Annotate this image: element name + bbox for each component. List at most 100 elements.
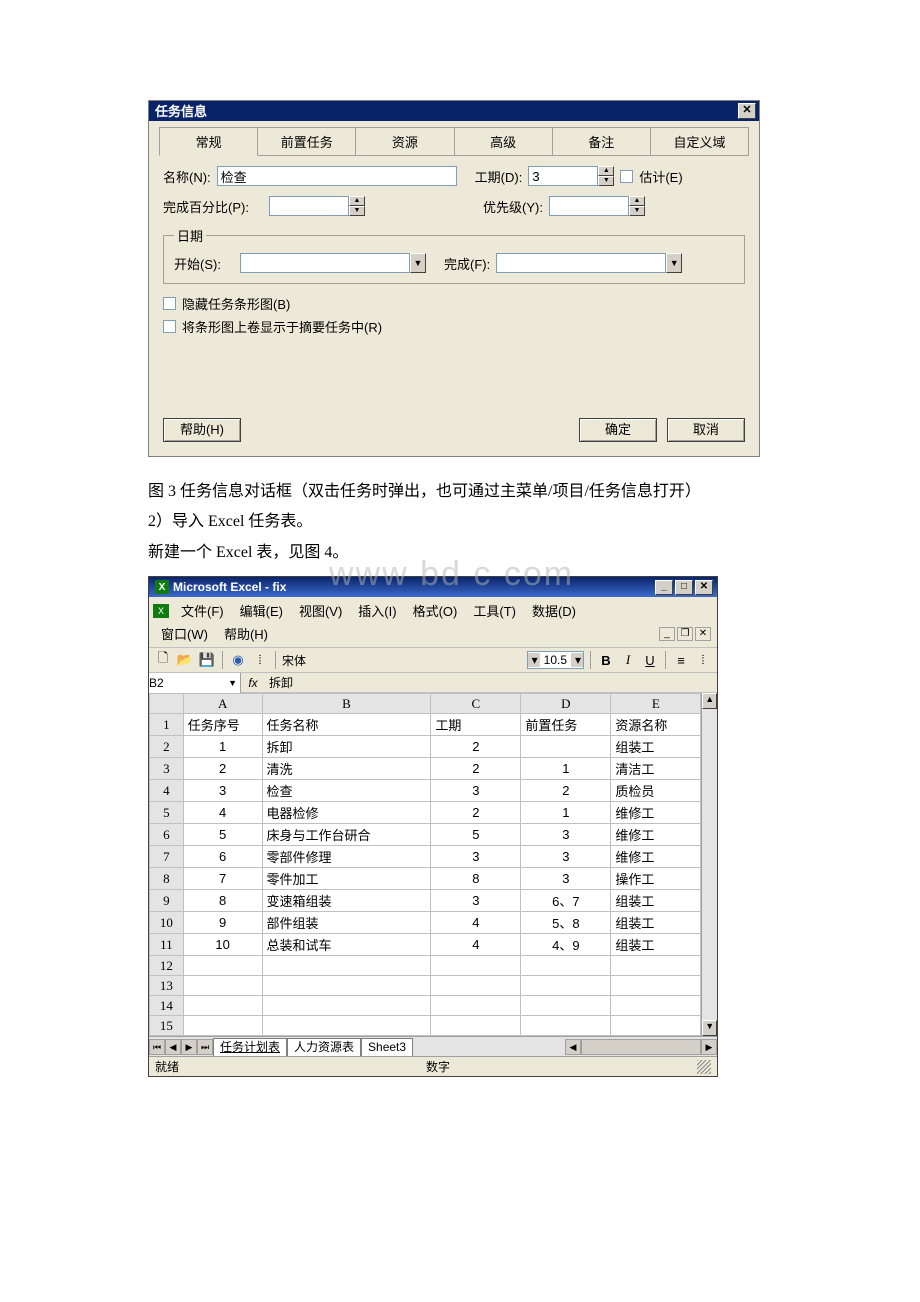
- table-row[interactable]: 76零部件修理33维修工: [150, 846, 701, 868]
- duration-input[interactable]: [528, 166, 598, 186]
- font-name-label[interactable]: 宋体: [282, 652, 342, 669]
- row-header[interactable]: 8: [150, 868, 184, 890]
- resize-grip-icon[interactable]: [697, 1060, 711, 1074]
- cell[interactable]: 清洗: [262, 758, 431, 780]
- cell[interactable]: [521, 976, 611, 996]
- cell[interactable]: [611, 976, 701, 996]
- cell[interactable]: 6: [183, 846, 262, 868]
- cell[interactable]: [183, 956, 262, 976]
- cell[interactable]: 2: [521, 780, 611, 802]
- table-row[interactable]: 109部件组装45、8组装工: [150, 912, 701, 934]
- table-row[interactable]: 14: [150, 996, 701, 1016]
- col-header[interactable]: E: [611, 694, 701, 714]
- menu-help[interactable]: 帮助(H): [216, 622, 276, 645]
- cell[interactable]: 9: [183, 912, 262, 934]
- cell[interactable]: 零件加工: [262, 868, 431, 890]
- cell[interactable]: 8: [431, 868, 521, 890]
- cell[interactable]: 2: [431, 758, 521, 780]
- row-header[interactable]: 5: [150, 802, 184, 824]
- cell[interactable]: 组装工: [611, 934, 701, 956]
- cell[interactable]: 组装工: [611, 912, 701, 934]
- percent-input[interactable]: [269, 196, 349, 216]
- tab-resources[interactable]: 资源: [356, 127, 454, 156]
- table-row[interactable]: 13: [150, 976, 701, 996]
- table-row[interactable]: 43检查32质检员: [150, 780, 701, 802]
- table-row[interactable]: 87零件加工83操作工: [150, 868, 701, 890]
- table-row[interactable]: 15: [150, 1016, 701, 1036]
- cell[interactable]: 前置任务: [521, 714, 611, 736]
- cell[interactable]: 3: [431, 780, 521, 802]
- percent-spinner[interactable]: ▲▼: [349, 196, 365, 216]
- toolbar-overflow-icon[interactable]: ⦙: [694, 651, 712, 669]
- sheet-tab[interactable]: 人力资源表: [287, 1038, 361, 1056]
- ok-button[interactable]: 确定: [579, 418, 657, 442]
- select-all-corner[interactable]: [150, 694, 184, 714]
- cell[interactable]: 维修工: [611, 824, 701, 846]
- duration-spinner[interactable]: ▲▼: [598, 166, 614, 186]
- table-row[interactable]: 1 任务序号 任务名称 工期 前置任务 资源名称: [150, 714, 701, 736]
- row-header[interactable]: 12: [150, 956, 184, 976]
- priority-input[interactable]: [549, 196, 629, 216]
- save-icon[interactable]: 💾: [198, 651, 216, 669]
- cell[interactable]: [521, 736, 611, 758]
- help-button[interactable]: 帮助(H): [163, 418, 241, 442]
- cell[interactable]: [431, 1016, 521, 1036]
- cell[interactable]: 4: [431, 934, 521, 956]
- cell[interactable]: 5: [431, 824, 521, 846]
- hide-bar-checkbox[interactable]: [163, 297, 176, 310]
- cell[interactable]: [431, 976, 521, 996]
- cell[interactable]: [262, 956, 431, 976]
- cell[interactable]: 床身与工作台研合: [262, 824, 431, 846]
- cell[interactable]: 3: [521, 824, 611, 846]
- cell[interactable]: 1: [521, 758, 611, 780]
- cell[interactable]: 2: [431, 802, 521, 824]
- open-icon[interactable]: 📂: [176, 651, 194, 669]
- cell[interactable]: 6、7: [521, 890, 611, 912]
- cell[interactable]: 资源名称: [611, 714, 701, 736]
- table-row[interactable]: 21拆卸2组装工: [150, 736, 701, 758]
- align-icon[interactable]: ≡: [672, 651, 690, 669]
- cell[interactable]: 3: [521, 846, 611, 868]
- cell[interactable]: [611, 1016, 701, 1036]
- cell[interactable]: [611, 956, 701, 976]
- vertical-scrollbar[interactable]: ▲ ▼: [701, 693, 717, 1036]
- start-dropdown-icon[interactable]: ▼: [410, 253, 426, 273]
- cell[interactable]: [431, 996, 521, 1016]
- cell[interactable]: 变速箱组装: [262, 890, 431, 912]
- menu-format[interactable]: 格式(O): [405, 599, 466, 622]
- sheet-nav-last-icon[interactable]: ⏭: [197, 1039, 213, 1055]
- sheet-nav-prev-icon[interactable]: ◀: [165, 1039, 181, 1055]
- cell[interactable]: 1: [521, 802, 611, 824]
- sheet-nav-next-icon[interactable]: ▶: [181, 1039, 197, 1055]
- table-row[interactable]: 12: [150, 956, 701, 976]
- spreadsheet-grid[interactable]: A B C D E 1 任务序号 任务名称 工期 前置任务 资源名称 21拆卸2…: [149, 693, 701, 1036]
- cell[interactable]: 8: [183, 890, 262, 912]
- scroll-down-icon[interactable]: ▼: [702, 1020, 717, 1036]
- table-row[interactable]: 65床身与工作台研合53维修工: [150, 824, 701, 846]
- cell[interactable]: 3: [431, 890, 521, 912]
- cell[interactable]: 检查: [262, 780, 431, 802]
- menu-file[interactable]: 文件(F): [173, 599, 232, 622]
- cell[interactable]: 部件组装: [262, 912, 431, 934]
- cell[interactable]: 拆卸: [262, 736, 431, 758]
- row-header[interactable]: 11: [150, 934, 184, 956]
- cell[interactable]: 维修工: [611, 802, 701, 824]
- cell[interactable]: [262, 996, 431, 1016]
- col-header[interactable]: C: [431, 694, 521, 714]
- scroll-up-icon[interactable]: ▲: [702, 693, 717, 709]
- cell[interactable]: [183, 976, 262, 996]
- row-header[interactable]: 10: [150, 912, 184, 934]
- cell[interactable]: 任务名称: [262, 714, 431, 736]
- new-icon[interactable]: 🗋: [154, 651, 172, 669]
- cell[interactable]: 2: [183, 758, 262, 780]
- cell[interactable]: [183, 1016, 262, 1036]
- cell[interactable]: [183, 996, 262, 1016]
- priority-spinner[interactable]: ▲▼: [629, 196, 645, 216]
- mdi-restore-icon[interactable]: ❐: [677, 627, 693, 641]
- col-header[interactable]: B: [262, 694, 431, 714]
- start-input[interactable]: [240, 253, 410, 273]
- tab-advanced[interactable]: 高级: [455, 127, 553, 156]
- cell[interactable]: 5: [183, 824, 262, 846]
- row-header[interactable]: 6: [150, 824, 184, 846]
- cell[interactable]: [521, 1016, 611, 1036]
